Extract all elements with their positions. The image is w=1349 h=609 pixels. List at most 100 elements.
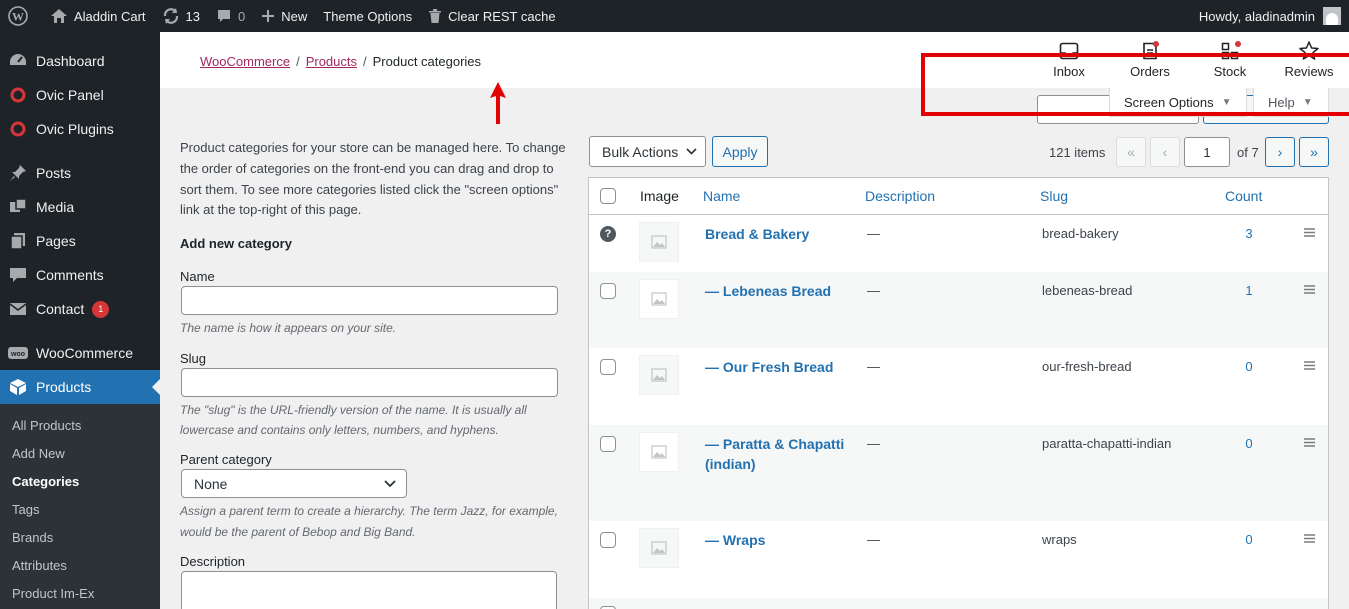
chevron-down-icon <box>384 480 396 488</box>
category-count-link[interactable]: 1 <box>1239 283 1259 298</box>
apply-button[interactable]: Apply <box>712 136 768 167</box>
plus-icon <box>262 10 275 22</box>
drag-handle-icon[interactable] <box>1304 534 1315 543</box>
next-page-button[interactable]: › <box>1265 137 1295 167</box>
column-name[interactable]: Name <box>703 188 740 204</box>
category-name-link[interactable]: — Lebeneas Bread <box>705 282 845 302</box>
table-row[interactable] <box>589 598 1328 609</box>
last-page-button[interactable]: » <box>1299 137 1329 167</box>
site-name: Aladdin Cart <box>74 8 146 24</box>
ovic-icon <box>8 85 28 105</box>
comment-bubble-icon <box>218 10 231 22</box>
row-checkbox[interactable] <box>600 436 616 452</box>
breadcrumb-woocommerce[interactable]: WooCommerce <box>200 54 290 69</box>
current-page-input[interactable]: 1 <box>1184 137 1230 167</box>
menu-ovic-plugins[interactable]: Ovic Plugins <box>0 112 160 146</box>
category-name-link[interactable]: — Our Fresh Bread <box>705 358 845 378</box>
category-slug: our-fresh-bread <box>1042 359 1132 374</box>
first-page-button[interactable]: « <box>1116 137 1146 167</box>
submenu-add-new[interactable]: Add New <box>0 439 160 467</box>
new-content-link[interactable]: New <box>253 0 315 32</box>
menu-pages[interactable]: Pages <box>0 224 160 258</box>
category-count-link[interactable]: 0 <box>1239 359 1259 374</box>
category-name-link[interactable]: — Wraps <box>705 531 845 551</box>
submenu-attributes[interactable]: Attributes <box>0 551 160 579</box>
category-count-link[interactable]: 3 <box>1239 226 1259 241</box>
dashboard-icon <box>8 51 28 71</box>
column-slug[interactable]: Slug <box>1040 188 1068 204</box>
table-row[interactable]: — Our Fresh Bread — our-fresh-bread 0 <box>589 348 1328 425</box>
column-count[interactable]: Count <box>1225 188 1262 204</box>
parent-category-description: Assign a parent term to create a hierarc… <box>180 504 558 539</box>
svg-text:W: W <box>12 10 24 24</box>
row-checkbox[interactable] <box>600 283 616 299</box>
submenu-all-products[interactable]: All Products <box>0 411 160 439</box>
theme-options-link[interactable]: Theme Options <box>315 0 420 32</box>
image-placeholder-icon <box>639 355 679 395</box>
wordpress-icon: W <box>8 6 28 26</box>
menu-label: WooCommerce <box>36 345 133 361</box>
site-name-link[interactable]: Aladdin Cart <box>42 0 154 32</box>
menu-products[interactable]: Products <box>0 370 160 404</box>
parent-category-value: None <box>194 475 228 492</box>
contact-badge: 1 <box>92 300 110 318</box>
menu-media[interactable]: Media <box>0 190 160 224</box>
table-row[interactable]: — Lebeneas Bread — lebeneas-bread 1 <box>589 272 1328 348</box>
description-label: Description <box>180 554 246 570</box>
image-placeholder-icon <box>639 279 679 319</box>
drag-handle-icon[interactable] <box>1304 285 1315 294</box>
table-row[interactable]: — Wraps — wraps 0 <box>589 521 1328 598</box>
row-checkbox[interactable] <box>600 532 616 548</box>
mail-icon <box>8 299 28 319</box>
pin-icon <box>8 163 28 183</box>
parent-category-select[interactable]: None <box>181 469 407 499</box>
greeting: Howdy, aladinadmin <box>1198 8 1315 24</box>
breadcrumb-products[interactable]: Products <box>306 54 357 69</box>
row-checkbox[interactable] <box>600 359 616 375</box>
add-new-heading: Add new category <box>180 236 292 252</box>
menu-dashboard[interactable]: Dashboard <box>0 44 160 78</box>
category-count-link[interactable]: 0 <box>1239 532 1259 547</box>
new-label: New <box>281 8 308 24</box>
category-name-link[interactable]: — Paratta & Chapatti (indian) <box>705 435 845 474</box>
category-count-link[interactable]: 0 <box>1239 436 1259 451</box>
updates-link[interactable]: 13 <box>154 0 208 32</box>
comment-icon <box>8 265 28 285</box>
menu-label: Contact <box>36 301 85 317</box>
description-textarea[interactable] <box>181 571 557 609</box>
menu-label: Pages <box>36 233 76 249</box>
select-all-checkbox[interactable] <box>600 188 616 204</box>
submenu-brands[interactable]: Brands <box>0 523 160 551</box>
column-description[interactable]: Description <box>865 188 935 204</box>
clear-cache-link[interactable]: Clear REST cache <box>420 0 563 32</box>
menu-comments[interactable]: Comments <box>0 258 160 292</box>
image-placeholder-icon <box>639 222 679 262</box>
avatar <box>1323 7 1341 25</box>
total-pages: of 7 <box>1237 145 1259 160</box>
wp-logo-button[interactable]: W <box>0 0 42 32</box>
annotation-highlight-box <box>921 53 1349 116</box>
table-row[interactable]: — Paratta & Chapatti (indian) — paratta-… <box>589 425 1328 521</box>
menu-contact[interactable]: Contact 1 <box>0 292 160 326</box>
bulk-actions-select[interactable]: Bulk Actions <box>589 136 706 167</box>
stock-notification-dot <box>1235 41 1241 47</box>
comments-link[interactable]: 0 <box>208 0 253 32</box>
drag-handle-icon[interactable] <box>1304 361 1315 370</box>
clear-cache-label: Clear REST cache <box>448 8 556 24</box>
table-row[interactable]: ? Bread & Bakery — bread-bakery 3 <box>589 215 1328 272</box>
submenu-tags[interactable]: Tags <box>0 495 160 523</box>
prev-page-button[interactable]: ‹ <box>1150 137 1180 167</box>
slug-input[interactable] <box>181 367 558 397</box>
my-account[interactable]: Howdy, aladinadmin <box>1199 7 1349 25</box>
parent-category-label: Parent category <box>180 452 272 468</box>
menu-woocommerce[interactable]: woo WooCommerce <box>0 336 160 370</box>
submenu-categories[interactable]: Categories <box>0 467 160 495</box>
name-input[interactable] <box>181 286 558 316</box>
drag-handle-icon[interactable] <box>1304 228 1315 237</box>
drag-handle-icon[interactable] <box>1304 438 1315 447</box>
submenu-product-im-ex[interactable]: Product Im-Ex <box>0 579 160 607</box>
menu-posts[interactable]: Posts <box>0 156 160 190</box>
default-category-help-icon: ? <box>600 226 616 242</box>
category-name-link[interactable]: Bread & Bakery <box>705 225 845 245</box>
menu-ovic-panel[interactable]: Ovic Panel <box>0 78 160 112</box>
